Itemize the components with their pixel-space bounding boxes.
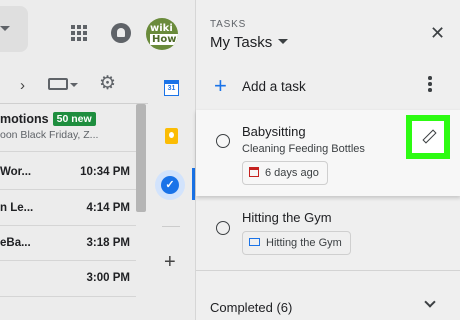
calendar-icon[interactable]: 31 bbox=[164, 80, 179, 96]
task-title[interactable]: Hitting the Gym bbox=[242, 210, 332, 225]
gear-icon[interactable]: ⚙ bbox=[99, 74, 116, 94]
promotions-row[interactable]: motions 50 new oon Black Friday, Z... bbox=[0, 112, 140, 141]
due-date-chip[interactable]: 6 days ago bbox=[242, 161, 328, 185]
task-checkbox[interactable] bbox=[216, 221, 230, 235]
edit-task-button[interactable] bbox=[412, 121, 444, 153]
row-divider bbox=[0, 151, 136, 152]
tasks-icon: ✓ bbox=[161, 176, 179, 194]
avatar[interactable]: wiki How bbox=[146, 18, 178, 50]
completed-section-toggle[interactable]: Completed (6) bbox=[210, 300, 292, 315]
tasks-app-button[interactable]: ✓ bbox=[155, 170, 185, 200]
promotions-snippet: oon Black Friday, Z... bbox=[0, 129, 99, 141]
promotions-label: motions bbox=[0, 112, 49, 126]
task-title: Babysitting bbox=[242, 124, 306, 139]
mail-row[interactable]: 3:00 PM bbox=[0, 272, 140, 307]
mail-sender: eBa... bbox=[0, 237, 31, 249]
keyboard-caret-icon[interactable] bbox=[70, 83, 78, 87]
apps-icon[interactable] bbox=[71, 25, 87, 41]
task-checkbox[interactable] bbox=[216, 134, 230, 148]
mail-time: 4:14 PM bbox=[86, 202, 130, 214]
mail-sender: n Le... bbox=[0, 202, 34, 214]
mail-icon bbox=[249, 238, 260, 246]
task-list-selector[interactable]: My Tasks bbox=[210, 34, 289, 51]
add-icon[interactable]: + bbox=[214, 75, 227, 97]
gmail-list-pane: › ⚙ motions 50 new oon Black Friday, Z...… bbox=[0, 0, 148, 320]
row-divider bbox=[0, 189, 136, 190]
pencil-icon bbox=[422, 129, 434, 143]
mail-row[interactable]: n Le... 4:14 PM bbox=[0, 202, 140, 237]
chevron-right-icon[interactable]: › bbox=[20, 77, 25, 94]
chevron-down-icon[interactable] bbox=[424, 296, 436, 308]
due-date-label: 6 days ago bbox=[265, 167, 319, 179]
chevron-down-icon bbox=[278, 39, 289, 44]
toolbar-divider bbox=[0, 103, 148, 104]
add-task-button[interactable]: Add a task bbox=[242, 79, 306, 94]
mail-sender: Wor... bbox=[0, 166, 32, 178]
task-list-title: My Tasks bbox=[210, 34, 273, 51]
linked-email-chip[interactable]: Hitting the Gym bbox=[242, 231, 351, 255]
panel-kicker: TASKS bbox=[210, 19, 247, 30]
mail-row[interactable]: eBa... 3:18 PM bbox=[0, 237, 140, 272]
mail-time: 3:18 PM bbox=[86, 237, 130, 249]
linked-email-label: Hitting the Gym bbox=[266, 237, 342, 249]
mail-time: 10:34 PM bbox=[80, 166, 130, 178]
new-count-badge: 50 new bbox=[52, 112, 96, 126]
calendar-day: 31 bbox=[167, 85, 176, 92]
strip-divider bbox=[162, 226, 180, 227]
mail-time: 3:00 PM bbox=[86, 272, 130, 284]
task-notes: Cleaning Feeding Bottles bbox=[242, 143, 365, 155]
plus-icon[interactable]: + bbox=[164, 252, 176, 272]
tasks-panel: TASKS My Tasks ✕ + Add a task Babysittin… bbox=[195, 0, 460, 320]
avatar-text-bottom: How bbox=[150, 34, 178, 45]
mail-row[interactable]: Wor... 10:34 PM bbox=[0, 166, 140, 201]
scrollbar[interactable] bbox=[136, 104, 146, 212]
bell-icon[interactable] bbox=[111, 23, 131, 43]
search-bar-edge[interactable] bbox=[0, 6, 28, 52]
list-toolbar: › ⚙ bbox=[0, 72, 148, 96]
side-panel-strip: 31 ✓ + bbox=[148, 58, 195, 320]
completed-divider bbox=[196, 270, 460, 271]
close-icon[interactable]: ✕ bbox=[430, 24, 445, 42]
row-divider bbox=[0, 260, 136, 261]
row-divider bbox=[0, 225, 136, 226]
event-icon bbox=[249, 167, 259, 177]
keep-icon[interactable] bbox=[165, 128, 178, 144]
search-options-caret-icon[interactable] bbox=[0, 26, 10, 31]
row-divider bbox=[0, 296, 136, 297]
keyboard-icon[interactable] bbox=[48, 78, 68, 90]
avatar-text-top: wiki bbox=[150, 23, 173, 34]
more-vert-icon[interactable] bbox=[428, 76, 432, 92]
